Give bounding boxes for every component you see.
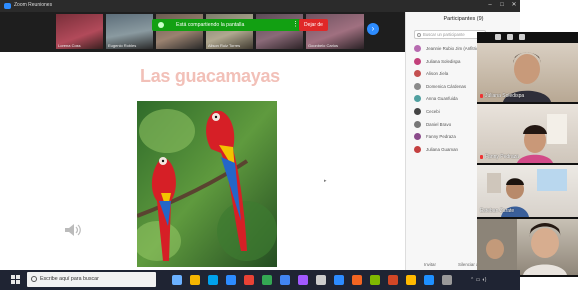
close-icon[interactable]: ✕ [510, 2, 518, 9]
speaker-view-icon[interactable] [495, 34, 501, 40]
avatar [414, 108, 421, 115]
zoom-icon [4, 3, 11, 9]
participant-name: Daniel Bravo [426, 121, 452, 127]
tile-name-text: Fanny Pedraza [485, 154, 519, 160]
share-status-text: Está compartiendo la pantalla [176, 22, 245, 28]
tile-name-text: Esteban Zarate [480, 208, 515, 214]
window-title: Zoom Reuniones [14, 2, 53, 8]
participant-name: Anna Guanfuida [426, 96, 458, 102]
taskbar-app-icon[interactable] [226, 275, 236, 285]
share-options-icon[interactable]: ⋮ [292, 20, 299, 28]
tile-name: Fanny Pedraza [480, 154, 519, 160]
participant-row[interactable]: Daniel Bravo [414, 120, 484, 130]
taskbar-app-icon[interactable] [370, 275, 380, 285]
participant-name: Fanny Pedraza [426, 134, 456, 140]
chevron-down-icon[interactable]: ⌄ [525, 268, 531, 276]
stop-share-button[interactable]: Dejar de [299, 19, 328, 31]
avatar [414, 133, 421, 141]
avatar [414, 45, 421, 52]
share-icon [158, 22, 164, 28]
participant-row[interactable]: Fanny Pedraza [414, 132, 484, 142]
participant-name: Domenica Cárdenas [426, 83, 467, 89]
participant-name: Juliana Soledispa [426, 58, 461, 64]
participant-name: Juliana Guaman [426, 146, 458, 152]
muted-mic-icon [480, 154, 483, 159]
search-icon [417, 33, 421, 37]
taskbar-app-icon[interactable] [280, 275, 290, 285]
shared-slide: Las guacamayas ▸ [0, 52, 405, 270]
muted-mic-icon [480, 93, 483, 98]
participant-row[interactable]: Jeannie Rubio Jim (Anfitrión, yo) [414, 44, 489, 54]
participant-name: Cecebi [426, 109, 440, 114]
windows-taskbar: Escribe aquí para buscar ⌃ ▭ ◖) [0, 270, 520, 290]
screen: Zoom Reuniones – □ ✕ Lorena Coss Eugenio… [0, 0, 578, 290]
gallery-view-icon[interactable] [507, 34, 513, 40]
avatar [414, 95, 421, 103]
taskbar-app-icon[interactable] [388, 275, 398, 285]
avatar [414, 120, 421, 128]
participant-row[interactable]: Anna Guanfuida [414, 94, 484, 104]
tile-name-text: Juliana Soledispa [485, 93, 525, 99]
participant-name: Alison Jiela [426, 71, 449, 77]
taskbar-app-icon[interactable] [262, 275, 272, 285]
window-titlebar: Zoom Reuniones – □ ✕ [0, 0, 520, 12]
avatar [414, 145, 421, 153]
taskbar-app-icon[interactable] [298, 275, 308, 285]
video-gallery-panel: Juliana Soledispa Fanny Pedraza Esteban … [477, 32, 578, 277]
taskbar-app-icon[interactable] [316, 275, 326, 285]
avatar [414, 70, 421, 78]
participant-row[interactable]: Alison Jiela [414, 69, 484, 79]
invite-button[interactable]: Invitar [424, 262, 436, 270]
avatar [414, 57, 421, 65]
taskbar-search-input[interactable]: Escribe aquí para buscar [27, 272, 156, 287]
thumbnail-name: Alison Ruiz Torres [208, 43, 241, 48]
taskbar-app-icon[interactable] [406, 275, 416, 285]
participants-header: Participantes (9) [443, 16, 484, 22]
video-thumbnail-strip: Lorena Coss Eugenio Robles Alison Ruiz T… [0, 12, 405, 52]
search-icon [31, 276, 37, 282]
grid-icon[interactable] [519, 34, 525, 40]
gallery-tile[interactable]: Esteban Zarate [477, 165, 578, 217]
taskbar-app-icon[interactable] [442, 275, 452, 285]
taskbar-app-icon[interactable] [172, 275, 182, 285]
search-placeholder: Buscar un participante [423, 32, 465, 37]
mouse-cursor-icon: ▸ [324, 178, 327, 184]
gallery-toolbar [477, 32, 578, 43]
maximize-icon[interactable]: □ [498, 2, 506, 9]
avatar [414, 82, 421, 90]
participant-search-input[interactable]: Buscar un participante [414, 30, 486, 39]
taskbar-app-icon[interactable] [190, 275, 200, 285]
tile-name: Juliana Soledispa [480, 93, 524, 99]
participant-row[interactable]: Juliana Guaman [414, 145, 484, 155]
video-thumbnail[interactable]: Eugenio Robles [106, 14, 153, 49]
taskbar-app-icon[interactable] [244, 275, 254, 285]
system-tray: ⌃ ▭ ◖) [470, 277, 487, 283]
thumbnail-name: Lorena Coss [58, 43, 81, 48]
gallery-tile[interactable]: Fanny Pedraza [477, 104, 578, 163]
thumbnail-name: Goonbelo Carlos [308, 43, 339, 48]
tile-name: Esteban Zarate [480, 208, 514, 214]
start-button[interactable] [11, 275, 21, 285]
gallery-tile[interactable] [477, 219, 578, 275]
taskbar-app-icon[interactable] [334, 275, 344, 285]
taskbar-app-icon[interactable] [352, 275, 362, 285]
taskbar-app-icon[interactable] [208, 275, 218, 285]
participant-video [477, 219, 567, 275]
participant-row[interactable]: Domenica Cárdenas [414, 82, 484, 92]
macaw-photo [137, 101, 277, 267]
participant-row[interactable]: Juliana Soledispa [414, 57, 484, 67]
taskbar-app-icon[interactable] [424, 275, 434, 285]
search-placeholder: Escribe aquí para buscar [40, 276, 99, 282]
minimize-icon[interactable]: – [486, 2, 494, 9]
thumbnail-name: Eugenio Robles [108, 43, 137, 48]
video-thumbnail[interactable]: Lorena Coss [56, 14, 103, 49]
audio-speaker-icon[interactable] [63, 222, 81, 238]
gallery-tile[interactable]: Juliana Soledispa [477, 43, 578, 102]
participant-row[interactable]: Cecebi [414, 107, 484, 117]
slide-title: Las guacamayas [140, 66, 280, 86]
next-page-icon[interactable]: › [367, 23, 379, 35]
